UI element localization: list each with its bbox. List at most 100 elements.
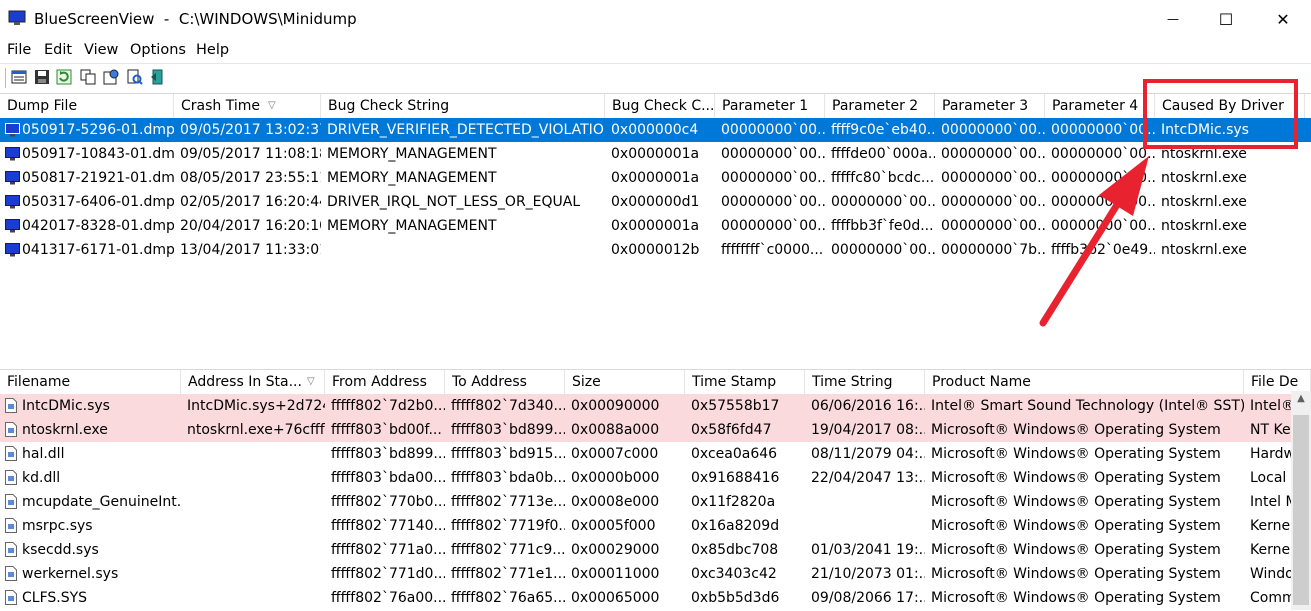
column-header-dump-file[interactable]: Dump File [0, 94, 174, 118]
driver-file-icon [5, 542, 17, 557]
column-header-parameter-2[interactable]: Parameter 2 [825, 94, 935, 118]
driver-file-name: IntcDMic.sys [22, 398, 110, 414]
dump-row[interactable]: 042017-8328-01.dmp 20/04/2017 16:20:10 MEM… [0, 214, 1311, 238]
bluescreen-icon [5, 219, 20, 233]
driver-row[interactable]: IntcDMic.sys IntcDMic.sys+2d724 fffff802`7… [0, 394, 1291, 418]
vertical-scrollbar[interactable]: ▲ [1291, 391, 1311, 610]
dump-cell-p2: 00000000`00... [831, 242, 935, 258]
dump-cell-driver: ntoskrnl.exe [1161, 194, 1247, 210]
column-header-parameter-3[interactable]: Parameter 3 [935, 94, 1045, 118]
column-header-time-stamp[interactable]: Time Stamp [685, 370, 805, 394]
driver-row[interactable]: mcupdate_GenuineInt... fffff802`770b0... f… [0, 490, 1291, 514]
driver-row[interactable]: kd.dll fffff803`bda00... fffff803`bda0b...… [0, 466, 1291, 490]
dump-cell-file: 050317-6406-01.dmp [0, 190, 174, 214]
driver-row[interactable]: hal.dll fffff803`bd899... fffff803`bd915..… [0, 442, 1291, 466]
toolbar [0, 63, 1311, 92]
dump-cell-p4: 00000000`00... [1051, 146, 1155, 162]
properties-icon[interactable] [11, 69, 27, 85]
dump-row[interactable]: 050317-6406-01.dmp 02/05/2017 16:20:44 DRI… [0, 190, 1311, 214]
column-header-parameter-1[interactable]: Parameter 1 [715, 94, 825, 118]
driver-file-name: mcupdate_GenuineInt... [22, 494, 181, 510]
menu-view[interactable]: View [84, 42, 118, 58]
html-report-icon[interactable] [103, 69, 119, 85]
scroll-up-icon[interactable]: ▲ [1291, 393, 1311, 404]
dump-cell-p3: 00000000`00... [941, 122, 1045, 138]
close-icon: ✕ [1276, 9, 1290, 29]
dump-cell-p4: 00000000`00... [1051, 194, 1155, 210]
driver-cell-from: fffff802`77140... [331, 518, 445, 534]
menu-bar: File Edit View Options Help [0, 39, 1311, 63]
column-header-parameter-4[interactable]: Parameter 4 [1045, 94, 1155, 118]
driver-row[interactable]: ksecdd.sys fffff802`771a0... fffff802`771c… [0, 538, 1291, 562]
driver-cell-size: 0x0000b000 [571, 470, 660, 486]
driver-cell-tstr [805, 514, 925, 538]
dump-row[interactable]: 041317-6171-01.dmp 13/04/2017 11:33:01 0x0… [0, 238, 1311, 262]
dump-cell-file: 050817-21921-01.dmp [0, 166, 174, 190]
dump-cell-time: 02/05/2017 16:20:44 [180, 194, 321, 210]
driver-file-name: kd.dll [22, 470, 61, 486]
bluescreen-icon [5, 243, 20, 257]
column-header-crash-time[interactable]: Crash Time ▽ [174, 94, 321, 118]
menu-help[interactable]: Help [196, 42, 229, 58]
driver-file-icon [5, 518, 17, 533]
driver-cell-from: fffff802`770b0... [331, 494, 445, 510]
column-header-bug-check-string[interactable]: Bug Check String [321, 94, 605, 118]
driver-cell-from: fffff803`bd899... [331, 446, 445, 462]
column-header-filename[interactable]: Filename [0, 370, 181, 394]
column-header-time-string[interactable]: Time String [805, 370, 925, 394]
driver-file-icon [5, 494, 17, 509]
driver-list[interactable]: Filename Address In Sta... ▽ From Addres… [0, 369, 1311, 611]
dump-cell-file: 050917-5296-01.dmp [0, 118, 174, 142]
column-header-bug-check-code[interactable]: Bug Check C... [605, 94, 715, 118]
driver-cell-from: fffff803`bd00f... [331, 422, 442, 438]
dump-row[interactable]: 050917-10843-01.dmp 09/05/2017 11:08:18 ME… [0, 142, 1311, 166]
scrollbar-thumb[interactable] [1293, 415, 1309, 605]
menu-options[interactable]: Options [130, 42, 186, 58]
driver-cell-product: Microsoft® Windows® Operating System [931, 422, 1221, 438]
dump-cell-driver: ntoskrnl.exe [1161, 242, 1247, 258]
minimize-icon: — [1167, 12, 1179, 26]
column-header-label: Crash Time [181, 98, 260, 114]
dump-cell-bugstr: DRIVER_VERIFIER_DETECTED_VIOLATION [327, 122, 605, 138]
exit-icon[interactable] [150, 69, 166, 85]
minimize-button[interactable]: — [1150, 0, 1196, 38]
dump-cell-p3: 00000000`00... [941, 218, 1045, 234]
driver-row[interactable]: werkernel.sys fffff802`771d0... fffff802`7… [0, 562, 1291, 586]
save-icon[interactable] [34, 69, 50, 85]
dump-cell-bugstr: DRIVER_IRQL_NOT_LESS_OR_EQUAL [327, 194, 581, 210]
column-header-address-in-stack[interactable]: Address In Sta... ▽ [181, 370, 325, 394]
driver-cell-addr [181, 538, 325, 562]
dump-cell-file: 042017-8328-01.dmp [0, 214, 174, 238]
crash-dump-list[interactable]: Dump File Crash Time ▽ Bug Check String … [0, 93, 1311, 364]
refresh-icon[interactable] [56, 69, 72, 85]
driver-cell-stamp: 0x11f2820a [691, 494, 776, 510]
driver-cell-product: Microsoft® Windows® Operating System [931, 518, 1221, 534]
dump-file-name: 050817-21921-01.dmp [22, 170, 174, 186]
column-header-to-address[interactable]: To Address [445, 370, 565, 394]
copy-icon[interactable] [80, 69, 96, 85]
dump-file-name: 042017-8328-01.dmp [22, 218, 174, 234]
menu-edit[interactable]: Edit [44, 42, 72, 58]
dump-cell-time: 13/04/2017 11:33:01 [180, 242, 321, 258]
driver-cell-desc: Intel M [1250, 494, 1291, 510]
menu-file[interactable]: File [7, 42, 31, 58]
find-icon[interactable] [127, 69, 143, 85]
dump-file-name: 050317-6406-01.dmp [22, 194, 174, 210]
dump-row[interactable]: 050917-5296-01.dmp 09/05/2017 13:02:37 DRI… [0, 118, 1311, 142]
driver-cell-size: 0x00065000 [571, 590, 660, 606]
driver-cell-stamp: 0x16a8209d [691, 518, 780, 534]
driver-row[interactable]: CLFS.SYS fffff802`76a00... fffff802`76a65.… [0, 586, 1291, 610]
driver-row[interactable]: msrpc.sys fffff802`77140... fffff802`7719f… [0, 514, 1291, 538]
column-header-product-name[interactable]: Product Name [925, 370, 1244, 394]
driver-cell-desc: Kernel [1250, 518, 1291, 534]
close-button[interactable]: ✕ [1260, 0, 1306, 38]
maximize-button[interactable]: ☐ [1203, 0, 1249, 38]
driver-file-name: ksecdd.sys [22, 542, 99, 558]
column-header-size[interactable]: Size [565, 370, 685, 394]
dump-cell-bugstr [321, 238, 605, 262]
driver-row[interactable]: ntoskrnl.exe ntoskrnl.exe+76cfff fffff803`… [0, 418, 1291, 442]
driver-cell-desc: Comm [1250, 590, 1291, 606]
column-header-from-address[interactable]: From Address [325, 370, 445, 394]
dump-cell-bugstr: MEMORY_MANAGEMENT [327, 170, 497, 186]
dump-row[interactable]: 050817-21921-01.dmp 08/05/2017 23:55:11 ME… [0, 166, 1311, 190]
